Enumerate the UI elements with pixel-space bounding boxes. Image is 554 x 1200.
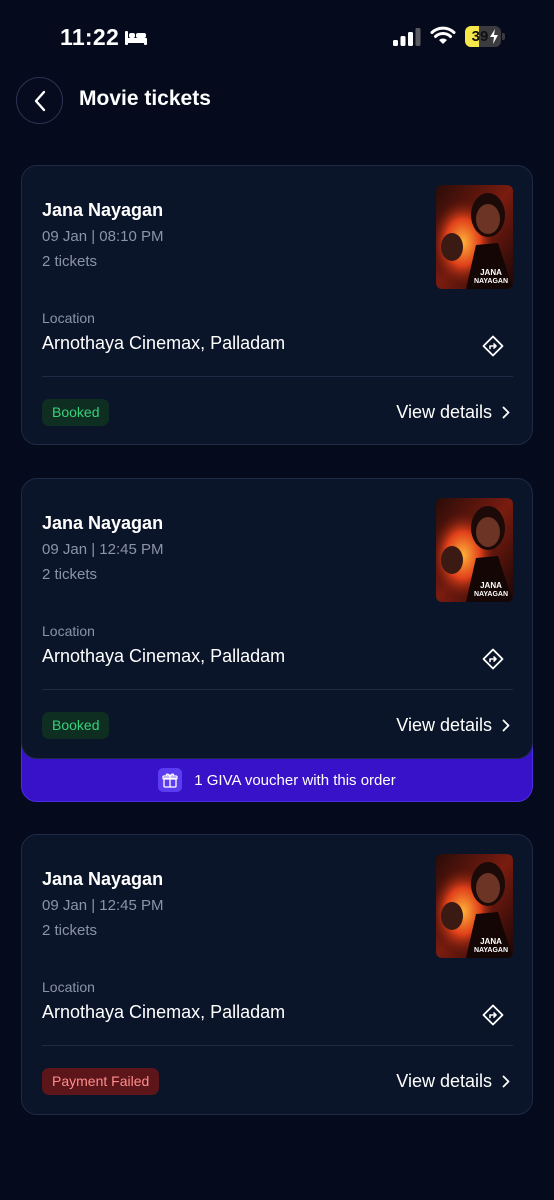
- directions-icon[interactable]: [481, 334, 505, 358]
- battery-indicator: 39: [465, 26, 505, 47]
- movie-title: Jana Nayagan: [42, 513, 164, 533]
- ticket-count: 2 tickets: [42, 253, 98, 270]
- view-details-label: View details: [396, 1071, 492, 1091]
- movie-poster[interactable]: JANA NAYAGAN: [436, 185, 513, 289]
- show-date-time: 09 Jan | 12:45 PM: [42, 541, 164, 558]
- directions-icon[interactable]: [481, 647, 505, 671]
- chevron-right-icon: [502, 406, 510, 419]
- svg-text:NAYAGAN: NAYAGAN: [474, 591, 508, 598]
- ticket-count: 2 tickets: [42, 566, 98, 583]
- movie-title: Jana Nayagan: [42, 869, 164, 889]
- svg-text:JANA: JANA: [480, 581, 502, 590]
- location-name: Arnothaya Cinemax, Palladam: [42, 1002, 286, 1022]
- divider: [42, 376, 513, 377]
- charging-bolt-icon: [490, 29, 498, 44]
- sleep-focus-icon: [125, 31, 147, 45]
- location-name: Arnothaya Cinemax, Palladam: [42, 333, 286, 353]
- status-badge: Payment Failed: [42, 1068, 160, 1095]
- status-badge: Booked: [42, 399, 110, 426]
- movie-poster[interactable]: JANA NAYAGAN: [436, 498, 513, 602]
- location-name: Arnothaya Cinemax, Palladam: [42, 646, 286, 666]
- view-details-label: View details: [396, 715, 492, 735]
- svg-text:NAYAGAN: NAYAGAN: [474, 278, 508, 285]
- divider: [42, 1045, 513, 1046]
- location-label: Location: [42, 979, 95, 995]
- view-details-link[interactable]: View details: [396, 712, 510, 739]
- status-badge: Booked: [42, 712, 110, 739]
- movie-title: Jana Nayagan: [42, 200, 164, 220]
- svg-text:JANA: JANA: [480, 268, 502, 277]
- page-title: Movie tickets: [79, 87, 211, 110]
- chevron-right-icon: [502, 1075, 510, 1088]
- svg-text:NAYAGAN: NAYAGAN: [474, 947, 508, 954]
- wifi-icon: [430, 26, 456, 44]
- status-bar: 11:22 39: [0, 0, 554, 76]
- movie-poster[interactable]: JANA NAYAGAN: [436, 854, 513, 958]
- directions-icon[interactable]: [481, 1003, 505, 1027]
- location-label: Location: [42, 623, 95, 639]
- show-date-time: 09 Jan | 08:10 PM: [42, 228, 164, 245]
- view-details-link[interactable]: View details: [396, 1068, 510, 1095]
- voucher-text: 1 GIVA voucher with this order: [194, 771, 396, 789]
- divider: [42, 689, 513, 690]
- show-date-time: 09 Jan | 12:45 PM: [42, 897, 164, 914]
- back-button[interactable]: [16, 77, 63, 124]
- chevron-right-icon: [502, 719, 510, 732]
- ticket-count: 2 tickets: [42, 922, 98, 939]
- movie-tickets-screen: 11:22 39 Movie tickets Jana Nayagan 09 J…: [0, 0, 554, 1200]
- location-label: Location: [42, 310, 95, 326]
- gift-icon: [158, 768, 183, 792]
- cellular-signal-icon: [393, 28, 421, 46]
- view-details-label: View details: [396, 402, 492, 422]
- view-details-link[interactable]: View details: [396, 399, 510, 426]
- chevron-left-icon: [34, 90, 45, 111]
- status-time: 11:22: [60, 24, 120, 50]
- svg-text:JANA: JANA: [480, 937, 502, 946]
